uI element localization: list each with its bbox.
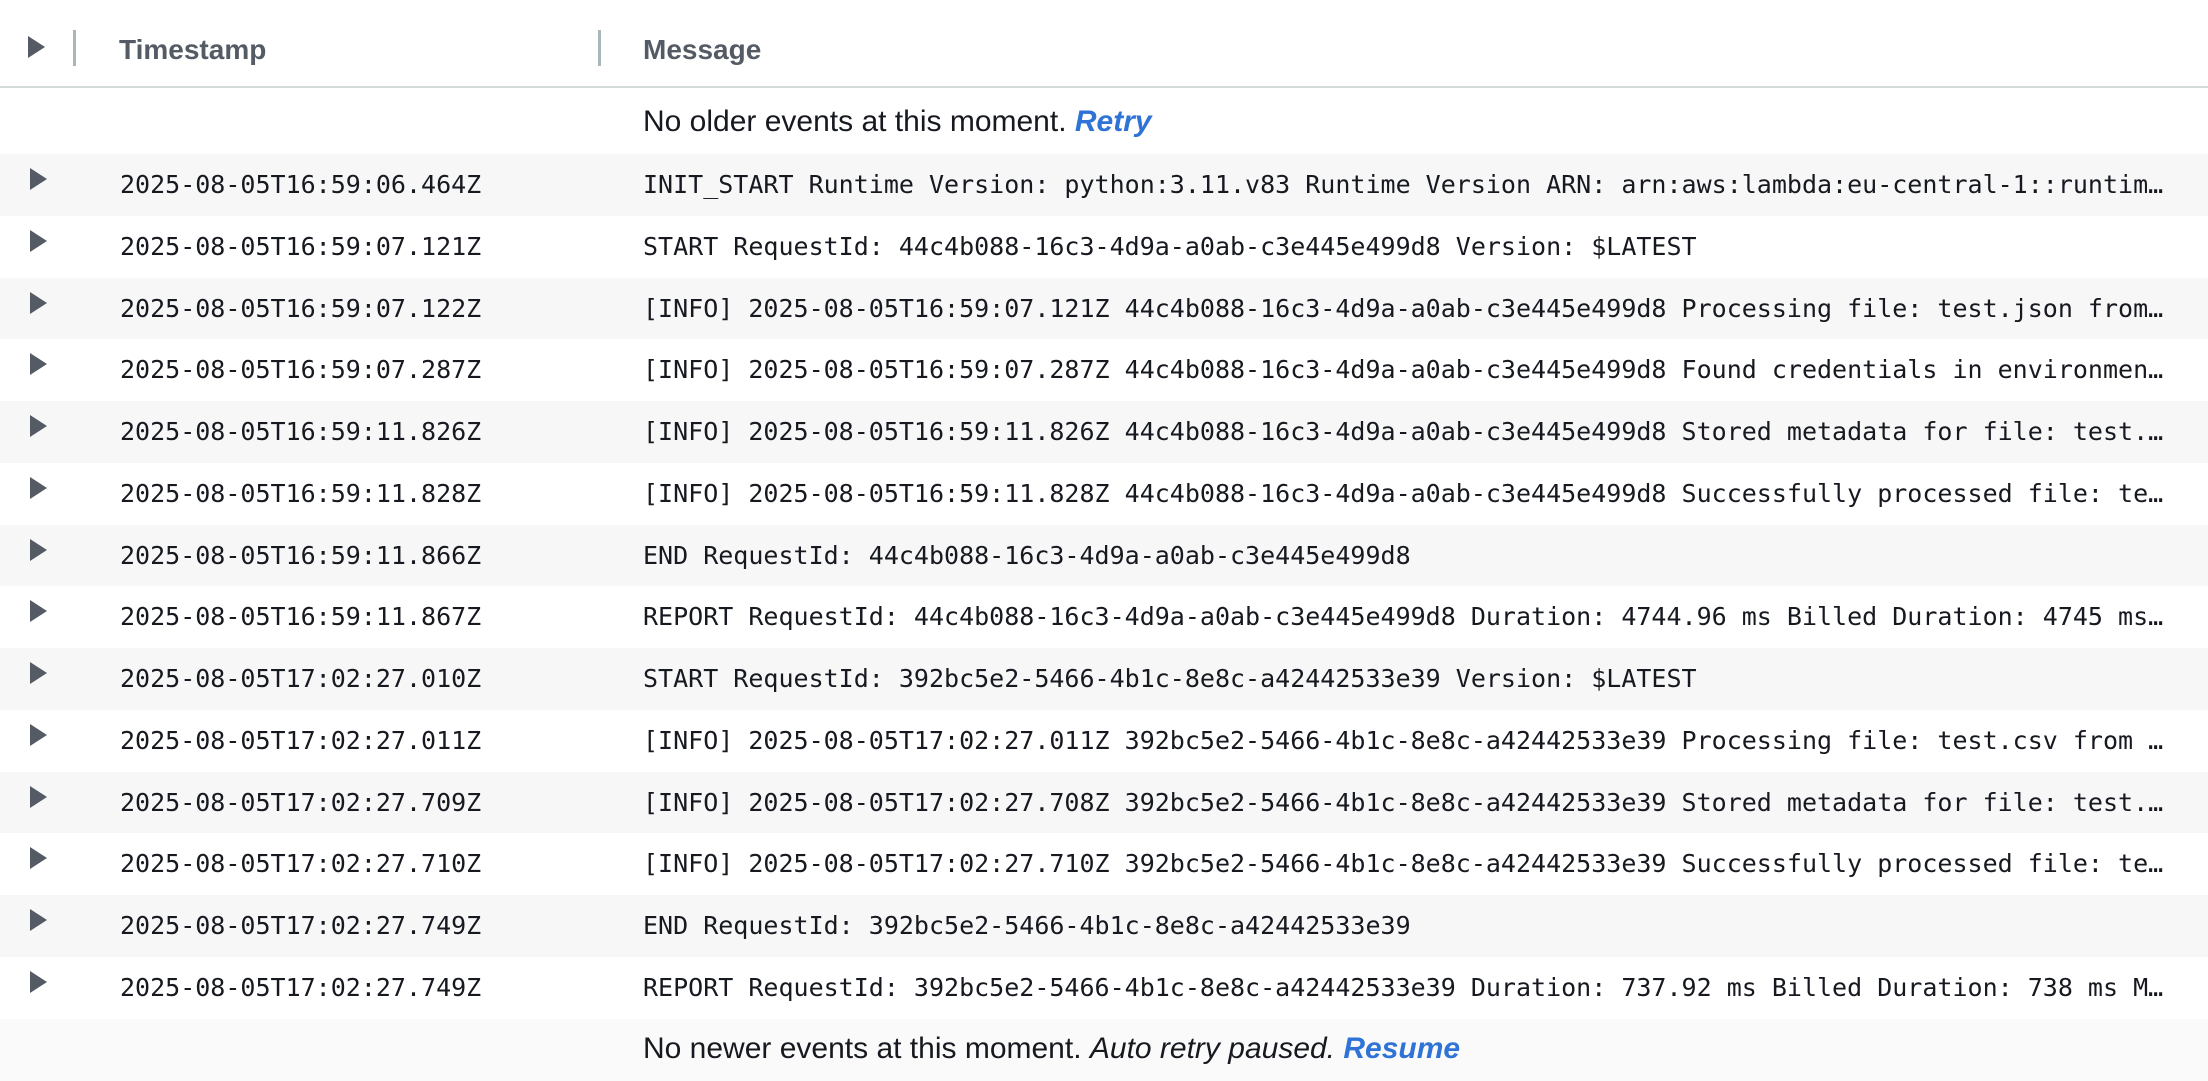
row-message: REPORT RequestId: 44c4b088-16c3-4d9a-a0a… xyxy=(643,602,2165,632)
table-row[interactable]: 2025-08-05T16:59:07.122Z [INFO] 2025-08-0… xyxy=(0,277,2208,340)
row-message: START RequestId: 392bc5e2-5466-4b1c-8e8c… xyxy=(643,664,1697,693)
auto-retry-paused-text: Auto retry paused. xyxy=(1089,1031,1336,1065)
row-message: INIT_START Runtime Version: python:3.11.… xyxy=(643,170,2165,199)
row-timestamp: 2025-08-05T17:02:27.011Z xyxy=(120,725,482,755)
expand-row-caret-icon[interactable] xyxy=(30,723,47,746)
row-message: START RequestId: 44c4b088-16c3-4d9a-a0ab… xyxy=(643,231,1697,261)
expand-row-caret-icon[interactable] xyxy=(30,847,47,870)
row-timestamp: 2025-08-05T16:59:07.287Z xyxy=(120,355,482,385)
row-message: [INFO] 2025-08-05T16:59:11.826Z 44c4b088… xyxy=(643,417,2165,446)
newer-events-notice: No newer events at this moment. Auto ret… xyxy=(0,1018,2208,1081)
expand-row-caret-icon[interactable] xyxy=(30,476,47,499)
expand-row-caret-icon[interactable] xyxy=(30,785,47,808)
table-row[interactable]: 2025-08-05T16:59:07.121Z START RequestId:… xyxy=(0,215,2208,278)
table-row[interactable]: 2025-08-05T17:02:27.710Z [INFO] 2025-08-0… xyxy=(0,833,2208,895)
row-timestamp: 2025-08-05T16:59:11.826Z xyxy=(120,417,482,446)
expand-row-caret-icon[interactable] xyxy=(30,415,47,437)
expand-row-caret-icon[interactable] xyxy=(30,600,47,623)
table-row[interactable]: 2025-08-05T16:59:11.828Z [INFO] 2025-08-0… xyxy=(0,462,2208,525)
row-timestamp: 2025-08-05T16:59:11.828Z xyxy=(120,478,482,508)
timestamp-column-header[interactable]: Timestamp xyxy=(119,34,266,66)
expand-row-caret-icon[interactable] xyxy=(30,662,47,684)
row-timestamp: 2025-08-05T17:02:27.710Z xyxy=(120,849,482,879)
log-events-table: Timestamp Message No older events at thi… xyxy=(0,0,2208,1081)
table-row[interactable]: 2025-08-05T17:02:27.010Z START RequestId:… xyxy=(0,648,2208,710)
row-timestamp: 2025-08-05T16:59:06.464Z xyxy=(120,170,482,199)
expand-all-caret-icon[interactable] xyxy=(28,36,45,58)
row-message: END RequestId: 392bc5e2-5466-4b1c-8e8c-a… xyxy=(643,911,1411,940)
newer-events-text-wrap: No newer events at this moment. Auto ret… xyxy=(643,1031,1460,1067)
expand-row-caret-icon[interactable] xyxy=(30,538,47,561)
row-timestamp: 2025-08-05T16:59:07.121Z xyxy=(120,231,482,261)
row-timestamp: 2025-08-05T16:59:11.867Z xyxy=(120,602,482,632)
resume-link[interactable]: Resume xyxy=(1343,1032,1460,1065)
row-timestamp: 2025-08-05T17:02:27.749Z xyxy=(120,911,482,940)
expand-row-caret-icon[interactable] xyxy=(30,229,47,252)
column-divider xyxy=(73,30,76,66)
row-timestamp: 2025-08-05T16:59:07.122Z xyxy=(120,293,482,323)
table-row[interactable]: 2025-08-05T16:59:11.866Z END RequestId: 4… xyxy=(0,524,2208,587)
table-header: Timestamp Message xyxy=(0,0,2208,88)
row-message: [INFO] 2025-08-05T16:59:11.828Z 44c4b088… xyxy=(643,478,2165,508)
table-row[interactable]: 2025-08-05T16:59:07.287Z [INFO] 2025-08-0… xyxy=(0,339,2208,401)
table-row[interactable]: 2025-08-05T16:59:11.867Z REPORT RequestId… xyxy=(0,586,2208,648)
table-row[interactable]: 2025-08-05T16:59:11.826Z [INFO] 2025-08-0… xyxy=(0,401,2208,463)
row-message: [INFO] 2025-08-05T17:02:27.708Z 392bc5e2… xyxy=(643,787,2165,817)
table-row[interactable]: 2025-08-05T17:02:27.749Z REPORT RequestId… xyxy=(0,956,2208,1019)
expand-row-caret-icon[interactable] xyxy=(30,168,47,190)
row-message: [INFO] 2025-08-05T17:02:27.011Z 392bc5e2… xyxy=(643,725,2165,755)
table-row[interactable]: 2025-08-05T17:02:27.011Z [INFO] 2025-08-0… xyxy=(0,709,2208,772)
expand-row-caret-icon[interactable] xyxy=(30,291,47,314)
older-events-notice: No older events at this moment. Retry xyxy=(0,88,2208,154)
retry-link[interactable]: Retry xyxy=(1075,105,1152,138)
row-message: REPORT RequestId: 392bc5e2-5466-4b1c-8e8… xyxy=(643,972,2165,1002)
row-timestamp: 2025-08-05T17:02:27.010Z xyxy=(120,664,482,693)
table-row[interactable]: 2025-08-05T17:02:27.709Z [INFO] 2025-08-0… xyxy=(0,771,2208,834)
row-message: [INFO] 2025-08-05T16:59:07.121Z 44c4b088… xyxy=(643,293,2165,323)
expand-row-caret-icon[interactable] xyxy=(30,353,47,376)
row-timestamp: 2025-08-05T16:59:11.866Z xyxy=(120,540,482,570)
older-events-text: No older events at this moment. xyxy=(643,105,1067,138)
table-row[interactable]: 2025-08-05T16:59:06.464Z INIT_START Runti… xyxy=(0,154,2208,216)
log-rows: 2025-08-05T16:59:06.464Z INIT_START Runti… xyxy=(0,154,2208,1019)
older-events-text-wrap: No older events at this moment. Retry xyxy=(643,104,1152,140)
newer-events-text: No newer events at this moment. xyxy=(643,1031,1082,1065)
row-message: END RequestId: 44c4b088-16c3-4d9a-a0ab-c… xyxy=(643,540,1411,570)
expand-row-caret-icon[interactable] xyxy=(30,909,47,931)
row-message: [INFO] 2025-08-05T17:02:27.710Z 392bc5e2… xyxy=(643,849,2165,879)
row-message: [INFO] 2025-08-05T16:59:07.287Z 44c4b088… xyxy=(643,355,2165,385)
expand-row-caret-icon[interactable] xyxy=(30,970,47,993)
column-resize-handle[interactable] xyxy=(598,30,601,66)
row-timestamp: 2025-08-05T17:02:27.709Z xyxy=(120,787,482,817)
message-column-header[interactable]: Message xyxy=(643,34,761,66)
table-row[interactable]: 2025-08-05T17:02:27.749Z END RequestId: 3… xyxy=(0,895,2208,957)
row-timestamp: 2025-08-05T17:02:27.749Z xyxy=(120,972,482,1002)
